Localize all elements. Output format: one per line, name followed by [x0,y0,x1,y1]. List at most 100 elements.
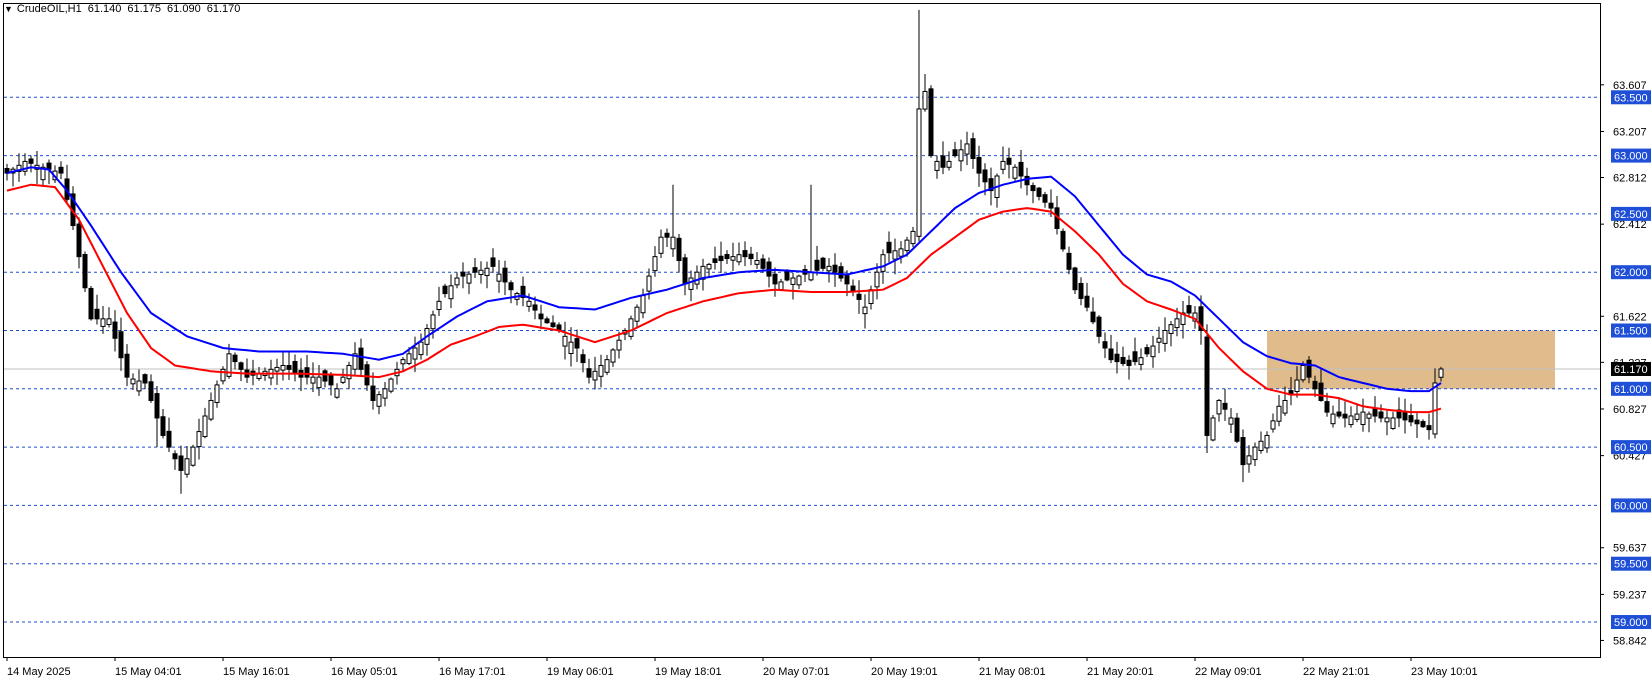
candle-body [760,258,766,269]
candle-body [1342,413,1348,419]
level-label: 59.000 [1614,617,1648,629]
x-tick-label: 16 May 05:01 [331,666,398,678]
candle-body [532,304,538,311]
candle-body [448,285,454,300]
candle-body [418,341,424,356]
y-tick-label: 60.827 [1613,404,1647,416]
candle-body [292,360,298,374]
candle-body [910,230,916,245]
level-label: 61.500 [1614,326,1648,338]
candle-body [1102,341,1108,349]
candle-body [1216,399,1222,415]
candle-body [676,237,682,262]
candle-body [436,300,442,311]
candle-body [124,353,130,378]
candle-body [538,313,544,320]
candle-body [628,318,634,337]
candle-body [574,338,580,349]
price-chart[interactable]: 63.60763.20762.81262.41261.62261.22760.8… [0,0,1651,682]
candle-body [952,149,958,157]
candle-body [28,158,34,164]
candle-body [1228,417,1234,425]
candle-body [1000,160,1006,170]
candle-body [322,370,328,382]
candle-body [154,393,160,419]
candle-body [1270,420,1276,430]
candle-body [586,368,592,378]
symbol-label: CrudeOIL,H1 [16,3,82,15]
candle-body [832,264,838,273]
x-tick-label: 20 May 19:01 [871,666,938,678]
candle-body [502,267,508,283]
candle-body [172,453,178,460]
candle-body [868,289,874,305]
candle-body [790,277,796,285]
chart-area[interactable]: 63.60763.20762.81262.41261.62261.22760.8… [0,0,1651,682]
candle-body [1072,267,1078,291]
candle-body [1258,440,1264,452]
candle-body [970,138,976,160]
candle-body [208,399,214,420]
candle-body [1300,364,1306,381]
candle-body [412,347,418,360]
triangle-down-icon[interactable]: ▼ [4,4,13,14]
candle-body [100,318,106,327]
candle-body [1276,405,1282,422]
candle-body [274,366,280,372]
candle-body [364,364,370,386]
candle-body [1336,411,1342,417]
candle-body [112,321,118,339]
candle-body [1090,311,1096,323]
candle-body [1312,380,1318,390]
candle-body [1318,382,1324,401]
y-tick-label: 62.812 [1613,173,1647,185]
candle-body [724,254,730,260]
candle-body [580,354,586,364]
candle-body [562,335,568,347]
candle-body [682,257,688,285]
candle-body [1366,413,1372,419]
candle-body [1096,316,1102,337]
candle-body [1348,415,1354,426]
candle-body [238,362,244,370]
candle-body [706,263,712,270]
candle-body [1012,166,1018,179]
candle-body [1156,337,1162,343]
candle-body [106,318,112,326]
candle-body [1006,157,1012,165]
candle-body [376,394,382,407]
candle-body [472,267,478,273]
x-axis: 14 May 2025 15 May 04:01 15 May 16:01 16 Ma… [6,657,1478,678]
candle-body [1426,425,1432,431]
candle-body [964,143,970,155]
candle-body [892,250,898,260]
candle-body [1420,421,1426,428]
supply-zone-layer [1267,330,1555,389]
y-tick-label: 61.622 [1613,311,1647,323]
candle-body [688,277,694,290]
candle-body [658,236,664,254]
candle-body [652,256,658,272]
candle-body [1246,455,1252,465]
candle-body [1432,382,1438,435]
level-label: 60.500 [1614,442,1648,454]
candle-body [130,378,136,385]
close-value: 61.170 [206,3,241,15]
level-label: 63.000 [1614,151,1648,163]
candle-body [1042,194,1048,203]
candle-body [346,364,352,380]
candle-body [844,275,850,285]
candle-body [976,156,982,174]
candle-body [136,380,142,392]
candle-body [946,160,952,168]
candle-body [76,223,82,258]
y-tick-label: 59.237 [1613,589,1647,601]
candle-body [1060,230,1066,250]
candle-body [1144,347,1150,355]
candle-body [58,166,64,174]
candle-body [1264,434,1270,449]
candle-body [442,285,448,295]
candle-body [478,269,484,275]
candle-body [784,269,790,281]
candle-body [592,370,598,381]
